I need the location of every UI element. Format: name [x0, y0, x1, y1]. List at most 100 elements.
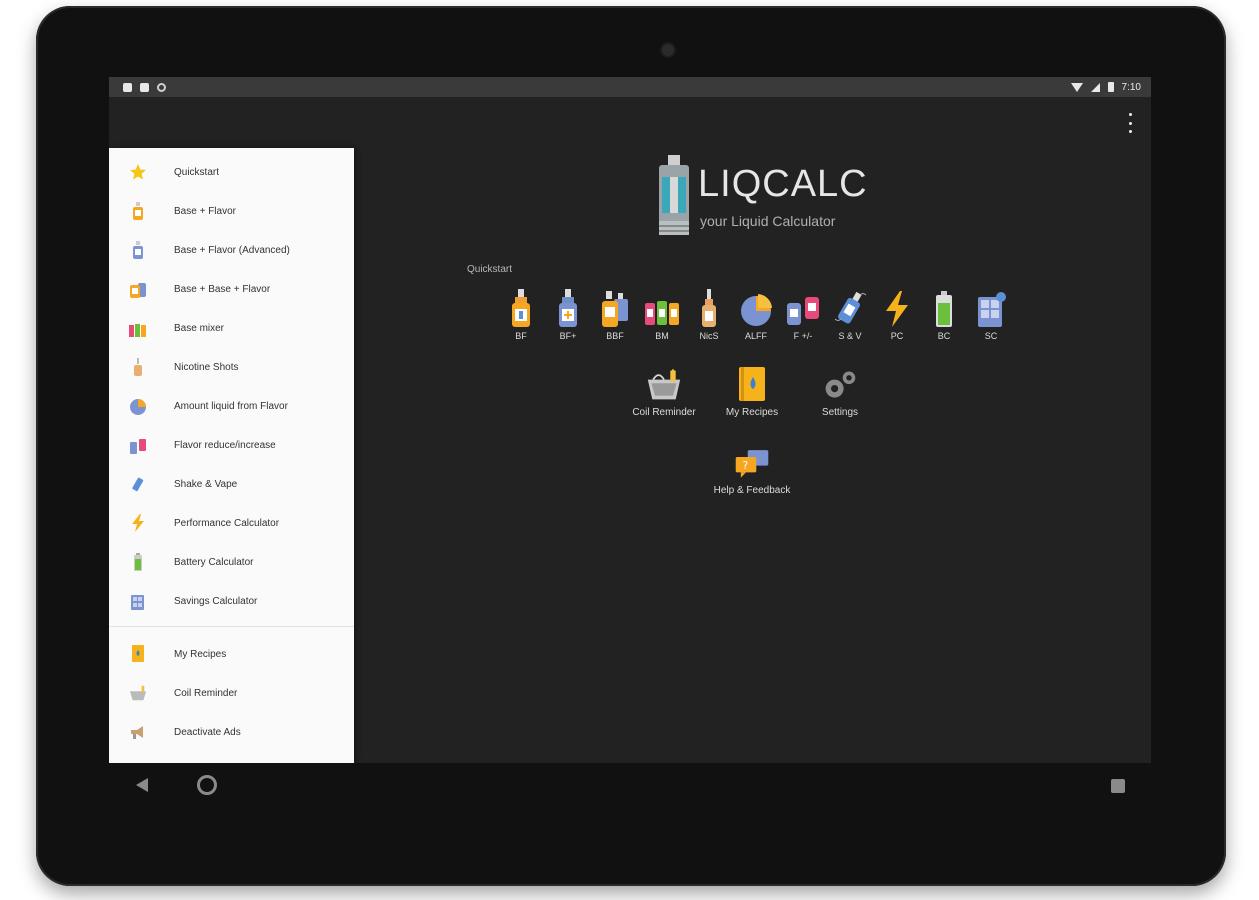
quickstart-label: ALFF — [744, 331, 767, 341]
drawer-item-label: Flavor reduce/increase — [174, 439, 276, 451]
quickstart-label: BF+ — [559, 331, 577, 341]
drawer-item-quickstart[interactable]: Quickstart — [109, 155, 354, 189]
chat-help-icon: ? — [735, 450, 769, 478]
dropper-bottle-icon — [702, 289, 716, 327]
sd-card-icon — [140, 82, 149, 92]
drawer-item-base-base-flavor[interactable]: Base + Base + Flavor — [109, 272, 354, 306]
drawer-item-label: Amount liquid from Flavor — [174, 400, 288, 412]
quickstart-heading: Quickstart — [467, 264, 513, 275]
quickstart-bf-plus[interactable]: BF+ — [550, 287, 586, 345]
drawer-item-label: Base mixer — [174, 322, 225, 334]
app-title: LIQCALC — [698, 163, 868, 205]
status-time: 7:10 — [1121, 81, 1141, 93]
drawer-item-deactivate-ads[interactable]: Deactivate Ads — [109, 715, 354, 749]
overflow-menu-button[interactable] — [1125, 113, 1135, 133]
drawer-divider — [109, 626, 354, 627]
settings-label: Settings — [821, 407, 859, 418]
app-logo: LIQCALC your Liquid Calculator — [654, 155, 874, 237]
calculator-icon — [978, 292, 1006, 327]
wifi-icon — [1070, 82, 1083, 92]
drawer-item-amount-liquid[interactable]: Amount liquid from Flavor — [109, 389, 354, 423]
drawer-item-label: Quickstart — [174, 166, 220, 178]
drawer-item-label: Savings Calculator — [174, 595, 258, 607]
settings-button[interactable]: Settings — [797, 367, 883, 425]
bottles-row-icon — [645, 301, 679, 325]
shake-bottle-icon — [132, 477, 144, 492]
two-bottles-icon — [602, 291, 628, 327]
drawer-item-nicotine-shots[interactable]: Nicotine Shots — [109, 350, 354, 384]
drawer-item-label: Battery Calculator — [174, 556, 254, 568]
recents-icon[interactable] — [1111, 779, 1125, 793]
quickstart-bbf[interactable]: BBF — [597, 287, 633, 345]
quickstart-label: PC — [890, 331, 904, 341]
quickstart-bf[interactable]: BF — [503, 287, 539, 345]
recipe-book-icon — [132, 645, 144, 662]
coil-basket-icon — [129, 685, 147, 701]
drawer-item-label: Base + Base + Flavor — [174, 283, 271, 295]
quickstart-bm[interactable]: BM — [644, 287, 680, 345]
gears-icon — [825, 371, 856, 398]
drawer-item-savings-calculator[interactable]: Savings Calculator — [109, 584, 354, 618]
front-camera — [660, 42, 676, 58]
megaphone-icon — [131, 726, 143, 739]
lightning-icon — [886, 291, 908, 327]
drawer-item-label: Shake & Vape — [174, 478, 238, 490]
device-screen: 7:10 LIQCALC your Liquid Calculator Quic… — [109, 77, 1151, 763]
bottles-arrows-icon — [787, 297, 819, 325]
quickstart-label: BC — [937, 331, 951, 341]
battery-status-icon — [1107, 82, 1114, 92]
drawer-item-label: Base + Flavor — [174, 205, 236, 217]
svg-text:?: ? — [743, 460, 748, 472]
coil-reminder-button[interactable]: Coil Reminder — [621, 367, 707, 425]
notification-icon — [123, 82, 132, 92]
tank-icon — [659, 155, 689, 235]
help-feedback-label: Help & Feedback — [713, 485, 791, 496]
quickstart-label: SC — [984, 331, 998, 341]
drawer-item-coil-reminder[interactable]: Coil Reminder — [109, 676, 354, 710]
calculator-icon — [131, 595, 144, 610]
drawer-item-performance-calculator[interactable]: Performance Calculator — [109, 506, 354, 540]
drawer-item-label: Base + Flavor (Advanced) — [174, 244, 290, 256]
back-icon[interactable] — [136, 778, 148, 792]
quickstart-pc[interactable]: PC — [879, 287, 915, 345]
help-feedback-button[interactable]: ? Help & Feedback — [709, 445, 795, 503]
drawer-item-flavor-reduce[interactable]: Flavor reduce/increase — [109, 428, 354, 462]
bottles-arrows-icon — [130, 439, 146, 454]
quickstart-nics[interactable]: NicS — [691, 287, 727, 345]
drawer-item-battery-calculator[interactable]: Battery Calculator — [109, 545, 354, 579]
quickstart-s-and-v[interactable]: S & V — [832, 287, 868, 345]
drawer-item-label: Coil Reminder — [174, 687, 238, 699]
quickstart-label: S & V — [838, 331, 862, 341]
app-subtitle: your Liquid Calculator — [700, 213, 836, 229]
bottle-orange-icon — [512, 289, 530, 327]
drawer-item-base-flavor[interactable]: Base + Flavor — [109, 194, 354, 228]
drawer-item-base-mixer[interactable]: Base mixer — [109, 311, 354, 345]
drawer-item-base-flavor-advanced[interactable]: Base + Flavor (Advanced) — [109, 233, 354, 267]
drawer-item-label: My Recipes — [174, 648, 227, 660]
battery-icon — [134, 553, 142, 571]
drawer-item-label: Nicotine Shots — [174, 361, 239, 373]
quickstart-alff[interactable]: ALFF — [738, 287, 774, 345]
status-bar: 7:10 — [109, 77, 1151, 97]
bottle-blue-icon — [559, 289, 577, 327]
quickstart-bc[interactable]: BC — [926, 287, 962, 345]
battery-icon — [936, 291, 952, 327]
quickstart-sc[interactable]: SC — [973, 287, 1009, 345]
pie-chart-icon — [130, 399, 146, 415]
drawer-item-label: Deactivate Ads — [174, 726, 241, 738]
dropper-bottle-icon — [134, 358, 142, 376]
home-icon[interactable] — [197, 775, 217, 795]
quickstart-label: F +/- — [793, 331, 813, 341]
coil-basket-icon — [647, 368, 681, 400]
quickstart-label: BBF — [606, 331, 624, 341]
signal-icon — [1090, 82, 1100, 92]
quickstart-row: BF BF+ BBF BM NicS ALFF F +/- S & V PC B… — [503, 287, 1006, 347]
bottles-row-icon — [129, 324, 146, 337]
system-navigation-bar — [109, 763, 1151, 809]
lightning-icon — [132, 514, 144, 532]
my-recipes-button[interactable]: My Recipes — [709, 367, 795, 425]
drawer-item-shake-vape[interactable]: Shake & Vape — [109, 467, 354, 501]
drawer-item-my-recipes[interactable]: My Recipes — [109, 637, 354, 671]
two-bottles-icon — [130, 283, 146, 298]
quickstart-f-plus-minus[interactable]: F +/- — [785, 287, 821, 345]
